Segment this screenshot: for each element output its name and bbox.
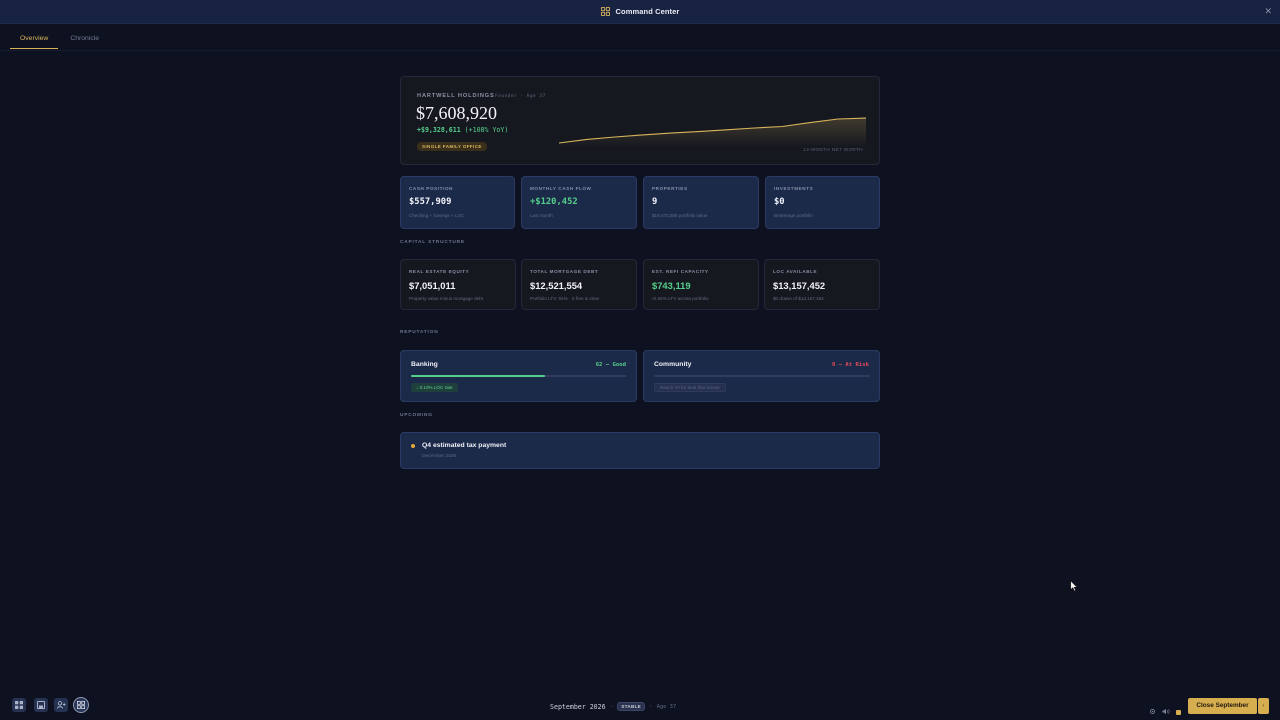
card-label: CASH POSITION [409, 186, 454, 191]
tab-bar: Overview Chronicle [10, 33, 111, 49]
net-worth-change: +$9,328,611 (+108% YoY) [417, 126, 508, 134]
upcoming-dot [411, 444, 415, 448]
card-label: INVESTMENTS [774, 186, 814, 191]
card-label: TOTAL MORTGAGE DEBT [530, 269, 599, 274]
card-value: $7,051,011 [409, 280, 456, 291]
grid-icon [600, 7, 610, 16]
reputation-score: 62 — Good [595, 362, 626, 368]
upcoming-heading: UPCOMING [400, 413, 433, 418]
card-value: $0 [774, 197, 785, 207]
reputation-heading: REPUTATION [400, 330, 439, 335]
net-worth-sparkline [559, 117, 866, 147]
title-bar: Command Center ✕ [0, 0, 1280, 24]
people-icon[interactable] [54, 698, 68, 712]
reputation-score: 0 — At Risk [831, 362, 869, 368]
loc-available-card: LOC AVAILABLE $13,157,452 $0 drawn of $1… [764, 259, 880, 310]
settings-icon[interactable] [1149, 702, 1156, 720]
company-name: HARTWELL HOLDINGS [417, 93, 495, 99]
card-label: EST. REFI CAPACITY [652, 269, 709, 274]
date-status: September 2026 · STABLE · Age 37 [550, 702, 676, 711]
card-value: $557,909 [409, 197, 452, 207]
close-icon[interactable]: ✕ [1264, 6, 1272, 17]
dashboard-icon[interactable] [12, 698, 26, 712]
reputation-progress-fill [411, 375, 545, 377]
mouse-cursor-icon [1070, 580, 1078, 592]
card-subtitle: Property value minus mortgage debt [409, 296, 484, 301]
reputation-progress-track [654, 375, 870, 377]
notification-indicator-icon[interactable] [1176, 702, 1181, 720]
tab-chronicle[interactable]: Chronicle [60, 33, 109, 49]
card-subtitle: Portfolio LTV: 64% · 0 free & clear [530, 296, 600, 301]
founder-age: Founder · Age 37 [495, 94, 546, 99]
real-estate-equity-card: REAL ESTATE EQUITY $7,051,011 Property v… [400, 259, 516, 310]
chevron-right-icon[interactable]: › [1258, 698, 1269, 714]
separator: · [609, 703, 614, 710]
cash-position-card[interactable]: CASH POSITION $557,909 Checking + Saving… [400, 176, 515, 229]
card-value: $13,157,452 [773, 280, 826, 291]
sparkline-area [559, 118, 866, 147]
capital-structure-heading: CAPITAL STRUCTURE [400, 240, 465, 245]
monthly-cash-flow-card[interactable]: MONTHLY CASH FLOW +$120,452 Last month [521, 176, 637, 229]
upcoming-item[interactable]: Q4 estimated tax payment December 2026 [400, 432, 880, 469]
sparkline-label: 12-MONTH NET WORTH [803, 147, 863, 152]
reputation-progress-track [411, 375, 627, 377]
upcoming-title: Q4 estimated tax payment [422, 442, 507, 449]
card-label: PROPERTIES [652, 186, 688, 191]
card-subtitle: $0 drawn of $13,157,452 [773, 296, 824, 301]
window-title: Command Center [615, 7, 680, 16]
card-subtitle: Last month [530, 213, 553, 218]
player-age: Age 37 [656, 703, 677, 710]
close-month-button[interactable]: Close September [1188, 698, 1257, 714]
net-worth-value: $7,608,920 [416, 103, 497, 123]
card-value: $743,119 [652, 280, 691, 291]
reputation-hint-chip: Reach 70 for deal flow bonus [654, 383, 726, 392]
card-value: +$120,452 [530, 197, 578, 207]
banking-reputation-card[interactable]: Banking 62 — Good ↓ 0.10% LOC rate [400, 350, 637, 402]
change-percent: (+108% YoY) [464, 126, 509, 134]
net-worth-card: HARTWELL HOLDINGS Founder · Age 37 $7,60… [400, 76, 880, 165]
current-month: September 2026 [550, 702, 606, 711]
card-label: LOC AVAILABLE [773, 269, 818, 274]
card-subtitle: $19,572,585 portfolio value [652, 213, 708, 218]
card-subtitle: Checking + Savings + LOC [409, 213, 465, 218]
volume-icon[interactable] [1162, 702, 1170, 720]
card-value: $12,521,554 [530, 280, 583, 291]
properties-card[interactable]: PROPERTIES 9 $19,572,585 portfolio value [643, 176, 759, 229]
card-subtitle: At 65% LTV across portfolio [652, 296, 709, 301]
tab-divider [0, 50, 1280, 51]
separator: · [649, 703, 653, 710]
tab-overview[interactable]: Overview [10, 33, 59, 49]
refi-capacity-card: EST. REFI CAPACITY $743,119 At 65% LTV a… [643, 259, 759, 310]
card-value: 9 [652, 197, 658, 207]
reputation-name: Community [654, 361, 692, 368]
status-badge: STABLE [617, 702, 646, 711]
change-amount: +$9,328,611 [417, 126, 461, 134]
office-badge: SINGLE FAMILY OFFICE [417, 142, 487, 151]
upcoming-date: December 2026 [422, 454, 457, 459]
community-reputation-card[interactable]: Community 0 — At Risk Reach 70 for deal … [643, 350, 880, 402]
save-icon[interactable] [34, 698, 48, 712]
reputation-name: Banking [411, 361, 438, 368]
mortgage-debt-card: TOTAL MORTGAGE DEBT $12,521,554 Portfoli… [521, 259, 637, 310]
investments-card[interactable]: INVESTMENTS $0 Brokerage portfolio [765, 176, 880, 229]
card-label: REAL ESTATE EQUITY [409, 269, 470, 274]
reputation-bonus-chip: ↓ 0.10% LOC rate [411, 383, 458, 392]
card-label: MONTHLY CASH FLOW [530, 186, 592, 191]
card-subtitle: Brokerage portfolio [774, 213, 813, 218]
grid-icon[interactable] [73, 697, 89, 713]
system-icons [1149, 702, 1187, 720]
